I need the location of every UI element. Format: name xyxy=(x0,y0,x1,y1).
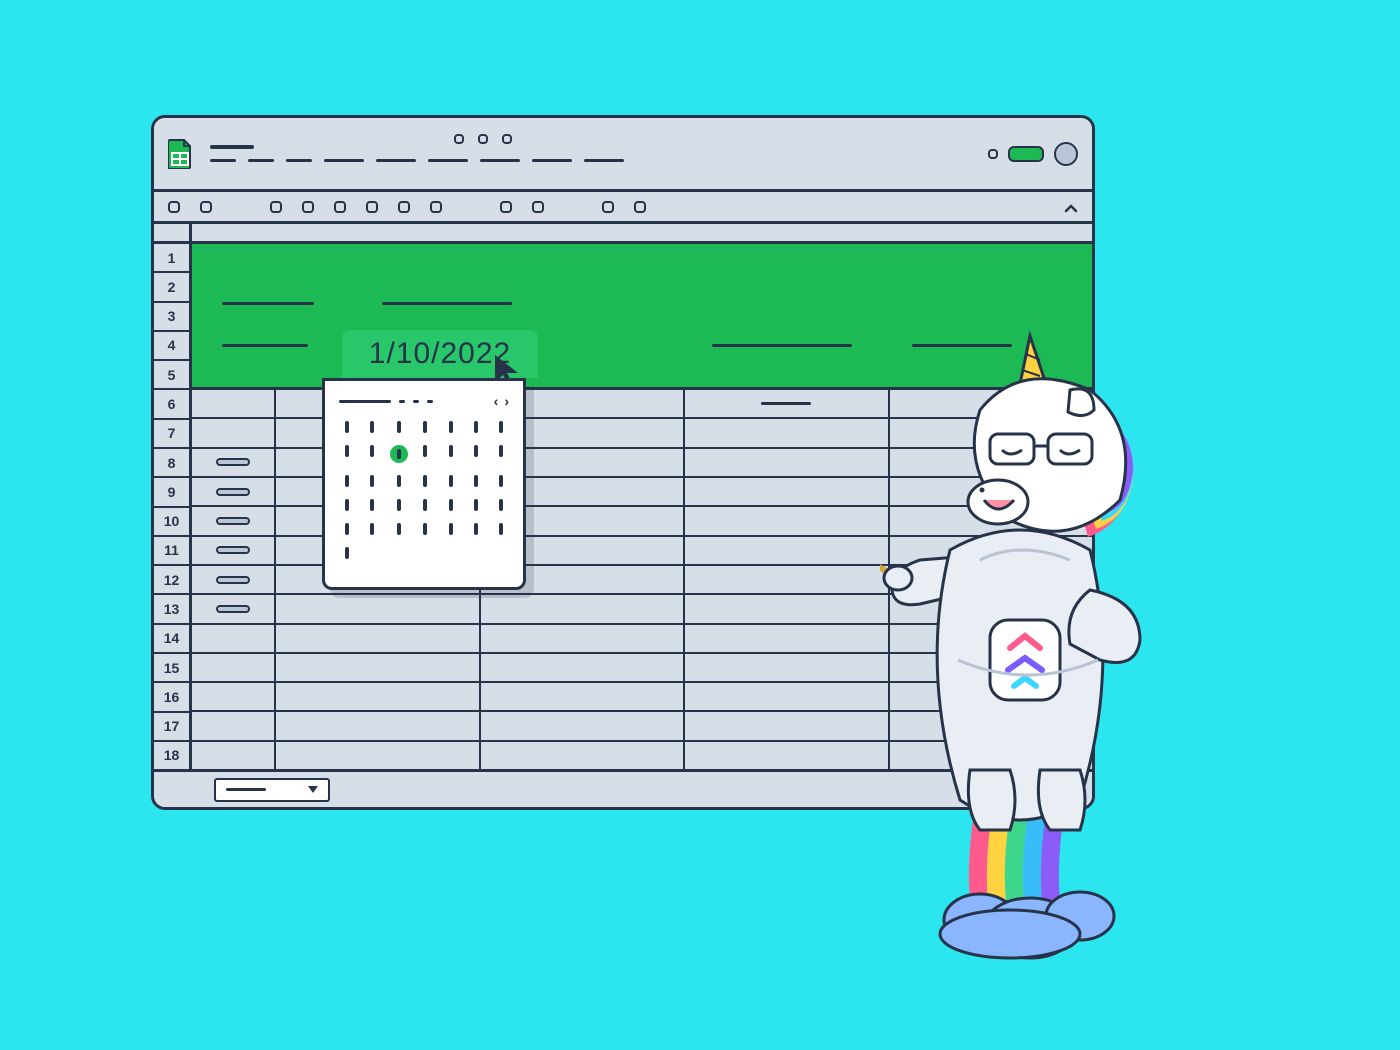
calendar-day[interactable] xyxy=(474,421,478,433)
account-avatar[interactable] xyxy=(1054,142,1078,166)
unicorn-head xyxy=(968,336,1128,531)
calendar-day[interactable] xyxy=(449,445,453,457)
toolbar-button[interactable] xyxy=(532,201,544,213)
sheet-tab[interactable] xyxy=(214,778,330,802)
calendar-day[interactable] xyxy=(345,499,349,511)
cell-content xyxy=(216,488,250,496)
calendar-day[interactable] xyxy=(390,445,408,463)
calendar-day[interactable] xyxy=(449,499,453,511)
calendar-day[interactable] xyxy=(345,445,349,457)
row-number[interactable]: 13 xyxy=(154,595,189,624)
title-small-buttons[interactable] xyxy=(454,134,512,144)
cell-content xyxy=(216,576,250,584)
row-number[interactable]: 11 xyxy=(154,537,189,566)
row-number[interactable]: 9 xyxy=(154,478,189,507)
toolbar-button[interactable] xyxy=(334,201,346,213)
calendar-day[interactable] xyxy=(474,475,478,487)
doc-title-block xyxy=(210,145,1078,162)
toolbar-button[interactable] xyxy=(366,201,378,213)
calendar-day[interactable] xyxy=(370,499,374,511)
column-headers xyxy=(154,224,1092,244)
toolbar-button[interactable] xyxy=(398,201,410,213)
calendar-day[interactable] xyxy=(499,475,503,487)
calendar-day[interactable] xyxy=(397,475,401,487)
calendar-day[interactable] xyxy=(345,523,349,535)
calendar-day[interactable] xyxy=(423,475,427,487)
next-month-icon[interactable]: › xyxy=(504,393,509,409)
row-number[interactable]: 10 xyxy=(154,508,189,537)
row-number[interactable]: 18 xyxy=(154,742,189,769)
toolbar-button[interactable] xyxy=(270,201,282,213)
row-number[interactable]: 7 xyxy=(154,420,189,449)
row-number[interactable]: 16 xyxy=(154,683,189,712)
row-number[interactable]: 2 xyxy=(154,273,189,302)
calendar-day[interactable] xyxy=(423,421,427,433)
toolbar xyxy=(154,192,1092,224)
prev-month-icon[interactable]: ‹ xyxy=(494,393,499,409)
unicorn-body xyxy=(892,530,1140,830)
cell-content xyxy=(216,605,250,613)
row-number[interactable]: 12 xyxy=(154,566,189,595)
calendar-day[interactable] xyxy=(474,445,478,457)
toolbar-button[interactable] xyxy=(302,201,314,213)
select-all-cell[interactable] xyxy=(154,224,192,241)
unicorn-mascot xyxy=(880,330,1200,970)
calendar-day[interactable] xyxy=(474,499,478,511)
doc-title[interactable] xyxy=(210,145,254,149)
date-picker[interactable]: ‹ › xyxy=(322,378,526,590)
tab-dropdown-icon[interactable] xyxy=(308,786,318,793)
date-picker-header: ‹ › xyxy=(339,393,509,409)
share-button[interactable] xyxy=(1008,146,1044,162)
row-number[interactable]: 17 xyxy=(154,713,189,742)
toolbar-button[interactable] xyxy=(430,201,442,213)
calendar-day[interactable] xyxy=(370,445,374,457)
date-picker-grid xyxy=(339,421,509,559)
cloud-icon xyxy=(940,892,1114,958)
calendar-day[interactable] xyxy=(370,475,374,487)
calendar-day[interactable] xyxy=(423,523,427,535)
calendar-day[interactable] xyxy=(345,475,349,487)
calendar-day[interactable] xyxy=(499,523,503,535)
row-number[interactable]: 1 xyxy=(154,244,189,273)
calendar-day[interactable] xyxy=(345,421,349,433)
toolbar-button[interactable] xyxy=(500,201,512,213)
cell-content xyxy=(216,546,250,554)
control-dot[interactable] xyxy=(988,149,998,159)
calendar-day[interactable] xyxy=(397,523,401,535)
spreadsheet-doc-icon xyxy=(168,139,192,169)
row-number[interactable]: 15 xyxy=(154,654,189,683)
window-controls xyxy=(988,142,1078,166)
calendar-day[interactable] xyxy=(423,499,427,511)
row-number[interactable]: 3 xyxy=(154,303,189,332)
row-number[interactable]: 6 xyxy=(154,390,189,419)
calendar-day[interactable] xyxy=(499,499,503,511)
cell-content xyxy=(216,458,250,466)
cell-content xyxy=(216,517,250,525)
row-number[interactable]: 8 xyxy=(154,449,189,478)
row-number[interactable]: 14 xyxy=(154,625,189,654)
toolbar-group xyxy=(168,201,646,213)
calendar-day[interactable] xyxy=(449,523,453,535)
titlebar xyxy=(154,118,1092,192)
calendar-day[interactable] xyxy=(370,523,374,535)
calendar-day[interactable] xyxy=(474,523,478,535)
calendar-day[interactable] xyxy=(423,445,427,457)
toolbar-button[interactable] xyxy=(200,201,212,213)
calendar-day[interactable] xyxy=(397,499,401,511)
calendar-day[interactable] xyxy=(499,421,503,433)
calendar-day[interactable] xyxy=(397,421,401,433)
row-number[interactable]: 4 xyxy=(154,332,189,361)
calendar-day[interactable] xyxy=(370,421,374,433)
row-numbers: 1 2 3 4 5 6 7 8 9 10 11 12 13 14 15 16 1… xyxy=(154,244,192,769)
toolbar-button[interactable] xyxy=(168,201,180,213)
row-number[interactable]: 5 xyxy=(154,361,189,390)
calendar-day[interactable] xyxy=(449,421,453,433)
calendar-day[interactable] xyxy=(499,445,503,457)
toolbar-button[interactable] xyxy=(602,201,614,213)
collapse-toolbar-icon[interactable] xyxy=(1064,200,1078,218)
calendar-day[interactable] xyxy=(449,475,453,487)
toolbar-button[interactable] xyxy=(634,201,646,213)
calendar-day[interactable] xyxy=(345,547,349,559)
menu-bar[interactable] xyxy=(210,159,1078,162)
